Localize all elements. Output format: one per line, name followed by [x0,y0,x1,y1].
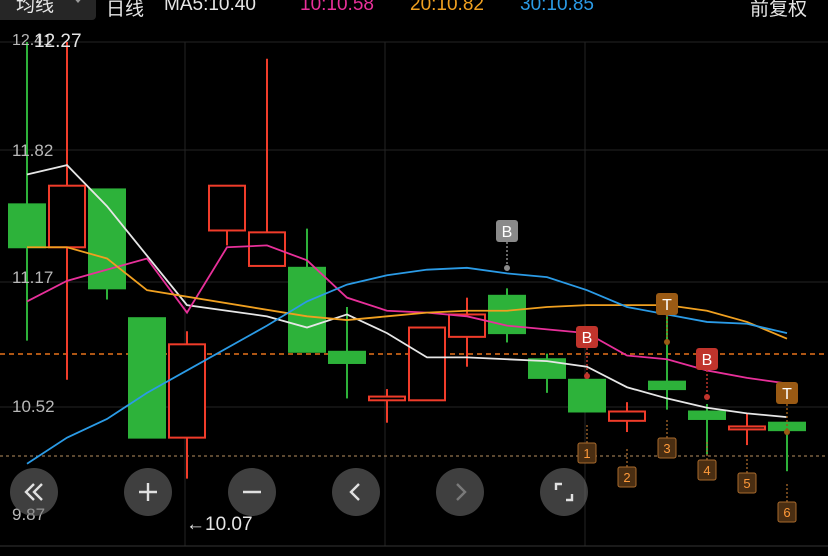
buy-signal-1-dot [504,265,510,271]
candle-body [48,184,86,249]
candle-body [408,326,446,402]
y-axis-label-3: 11.17 [12,268,54,287]
candle-body [688,410,726,420]
candle-body [168,343,206,439]
buy-signal-1-label: B [502,224,513,241]
buy-signal-2-dot [584,373,590,379]
marker-number: 6 [783,505,790,520]
candle-body [608,410,646,422]
fit-screen-button[interactable] [540,468,588,516]
min-price-annotation: ←10.07 [186,514,253,535]
candle-body [648,380,686,391]
marker-number: 2 [623,470,630,485]
buy-signal-3-label: B [702,352,713,369]
next-button[interactable] [436,468,484,516]
buy-signal-2-label: B [582,330,593,347]
zoom-out-button[interactable] [228,468,276,516]
jump-to-start-button[interactable] [10,468,58,516]
trade-signal-1-dot [664,339,670,345]
y-axis-label-4: 10.52 [12,397,55,416]
marker-number: 5 [743,476,750,491]
marker-number: 4 [703,463,710,478]
double-left-icon [24,483,43,501]
trade-signal-2-label: T [782,386,792,403]
candle-body [8,203,46,249]
marker-number: 1 [583,446,590,461]
marker-number: 3 [663,441,670,456]
chevron-right-icon [456,483,467,501]
corners-icon [554,482,574,502]
plus-icon [139,483,157,501]
zoom-in-button[interactable] [124,468,172,516]
candle-body [248,231,286,267]
trade-signal-2-dot [784,429,790,435]
previous-button[interactable] [332,468,380,516]
y-axis-label-2: 11.82 [12,141,54,160]
chevron-left-icon [349,483,360,501]
candle-body [208,184,246,232]
candle-body [328,350,366,364]
candle-body [728,425,766,431]
candle-body [568,378,606,413]
trade-signal-1-label: T [662,297,672,314]
candlestick-chart[interactable]: B B T B T 1 2 3 4 5 6 [0,0,828,556]
candle-body [448,313,486,338]
candle-body [128,317,166,439]
minus-icon [243,490,261,494]
max-price-annotation: 12.27 [34,31,82,52]
buy-signal-3-dot [704,394,710,400]
candle-body [368,395,406,402]
